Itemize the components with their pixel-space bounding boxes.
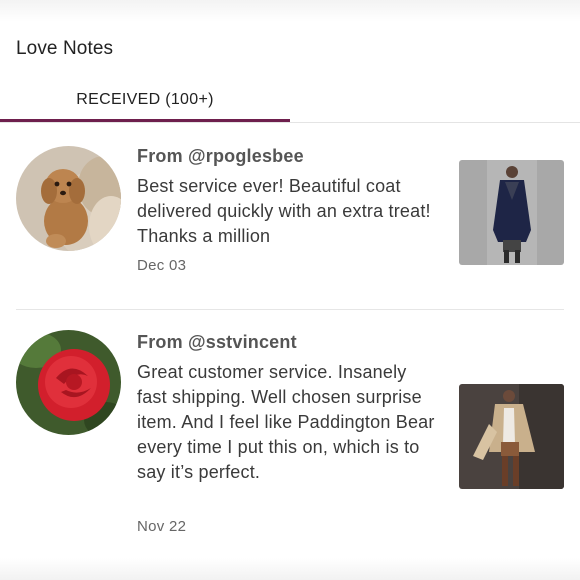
note-sender[interactable]: From @rpoglesbee <box>137 146 304 167</box>
avatar[interactable] <box>16 330 121 435</box>
note-message: Great customer service. Insanely fast sh… <box>137 362 435 482</box>
note-date: Nov 22 <box>137 518 187 535</box>
note-message: Best service ever! Beautiful coat delive… <box>137 176 431 246</box>
tab-received[interactable]: RECEIVED (100+) <box>0 78 290 122</box>
tabs-divider <box>0 122 580 123</box>
item-thumbnail[interactable] <box>459 384 564 489</box>
dog-avatar-image <box>16 146 121 251</box>
avatar[interactable] <box>16 146 121 251</box>
page-title: Love Notes <box>16 38 114 59</box>
note-sender[interactable]: From @sstvincent <box>137 332 297 353</box>
top-fade <box>0 0 580 22</box>
item-thumbnail[interactable] <box>459 160 564 265</box>
note-divider <box>16 309 564 310</box>
rose-avatar-image <box>16 330 121 435</box>
note-date: Dec 03 <box>137 257 187 274</box>
bottom-fade <box>0 558 580 580</box>
tan-coat-image <box>459 384 564 489</box>
navy-coat-image <box>459 160 564 265</box>
